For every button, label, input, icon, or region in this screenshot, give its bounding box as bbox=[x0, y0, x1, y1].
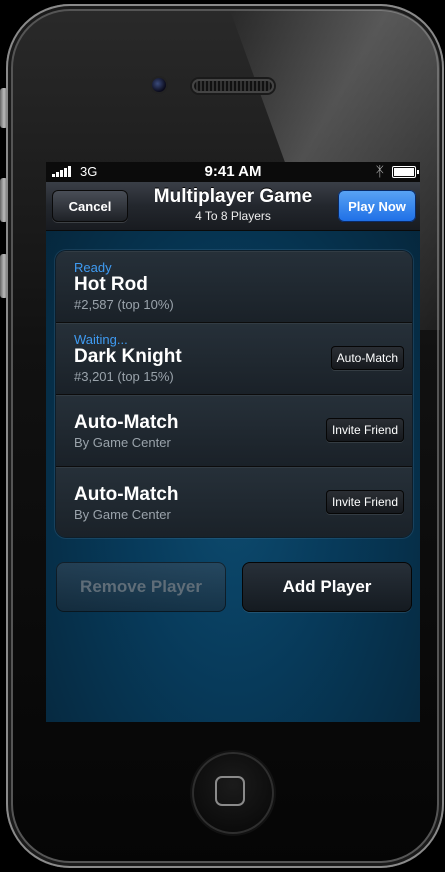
player-name: Auto-Match bbox=[74, 412, 179, 433]
status-time: 9:41 AM bbox=[204, 163, 262, 180]
auto-match-button[interactable]: Auto-Match bbox=[330, 346, 404, 370]
player-detail: By Game Center bbox=[74, 507, 171, 522]
home-button-icon[interactable] bbox=[192, 752, 274, 834]
add-player-button[interactable]: Add Player bbox=[242, 562, 412, 612]
screen: 3G 9:41 AM ᛡ Multiplayer Game 4 To 8 Pla… bbox=[46, 162, 420, 722]
invite-friend-button[interactable]: Invite Friend bbox=[325, 418, 404, 442]
player-row[interactable]: Auto-Match By Game Center Invite Friend bbox=[56, 395, 412, 467]
player-name: Dark Knight bbox=[74, 346, 182, 367]
bluetooth-icon: ᛡ bbox=[375, 163, 384, 179]
play-now-button[interactable]: Play Now bbox=[338, 190, 416, 222]
player-rank: #2,587 (top 10%) bbox=[74, 297, 174, 312]
player-list: Ready Hot Rod #2,587 (top 10%) Waiting..… bbox=[56, 251, 412, 537]
remove-player-button[interactable]: Remove Player bbox=[56, 562, 226, 612]
earpiece-speaker bbox=[192, 79, 274, 93]
player-row[interactable]: Waiting... Dark Knight #3,201 (top 15%) … bbox=[56, 323, 412, 395]
status-bar: 3G 9:41 AM ᛡ bbox=[46, 162, 420, 182]
cancel-button[interactable]: Cancel bbox=[52, 190, 128, 222]
player-status: Waiting... bbox=[74, 332, 128, 347]
player-row[interactable]: Ready Hot Rod #2,587 (top 10%) bbox=[56, 251, 412, 323]
player-rank: #3,201 (top 15%) bbox=[74, 369, 174, 384]
invite-friend-button[interactable]: Invite Friend bbox=[325, 490, 404, 514]
player-row[interactable]: Auto-Match By Game Center Invite Friend bbox=[56, 467, 412, 537]
player-name: Auto-Match bbox=[74, 484, 179, 505]
player-name: Hot Rod bbox=[74, 274, 148, 295]
home-square-icon bbox=[215, 776, 245, 806]
front-camera bbox=[152, 78, 166, 92]
player-status: Ready bbox=[74, 260, 112, 275]
player-detail: By Game Center bbox=[74, 435, 171, 450]
battery-icon bbox=[392, 166, 419, 178]
navigation-bar: Multiplayer Game 4 To 8 Players Cancel P… bbox=[46, 182, 420, 231]
